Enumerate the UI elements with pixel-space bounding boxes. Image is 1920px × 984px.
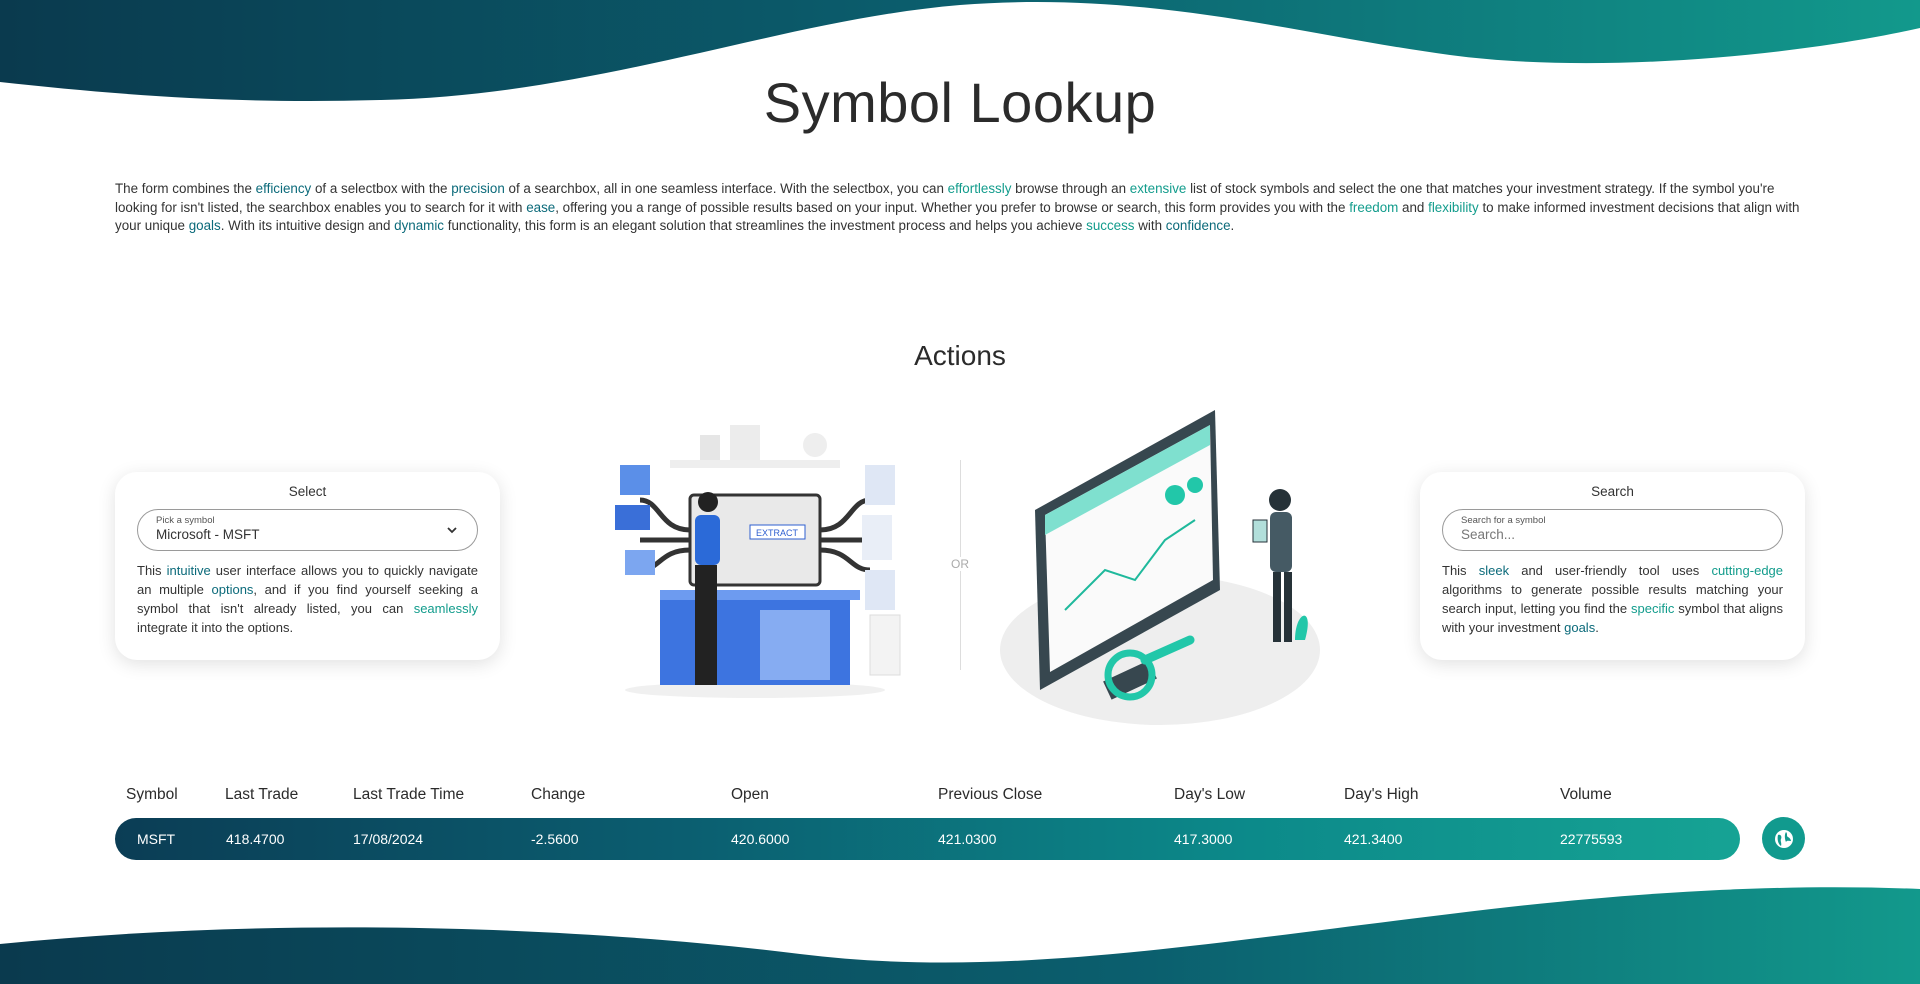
- cell-last-trade-time: 17/08/2024: [353, 831, 424, 847]
- highlighted-word: precision: [451, 181, 505, 196]
- text-segment: .: [1230, 218, 1235, 233]
- text-segment: browse through an: [1011, 181, 1130, 196]
- extract-label: EXTRACT: [756, 528, 799, 538]
- globe-icon: [1774, 829, 1793, 848]
- highlighted-word: specific: [1631, 601, 1675, 616]
- cell-symbol: MSFT: [137, 831, 176, 847]
- search-card-title: Search: [1591, 484, 1634, 499]
- text-segment: The form combines the: [115, 181, 256, 196]
- select-card: Select Pick a symbol Microsoft - MSFT Th…: [115, 472, 500, 660]
- header-days-high: Day's High: [1344, 786, 1419, 803]
- analytics-illustration: [1000, 410, 1320, 725]
- or-label: OR: [945, 557, 975, 571]
- highlighted-word: confidence: [1165, 218, 1231, 233]
- text-segment: functionality, this form is an elegant s…: [444, 218, 1087, 233]
- header-days-low: Day's Low: [1174, 786, 1246, 803]
- highlighted-word: extensive: [1129, 181, 1187, 196]
- highlighted-word: success: [1086, 218, 1135, 233]
- header-previous-close: Previous Close: [938, 786, 1043, 803]
- text-segment: integrate it into the options.: [137, 620, 294, 635]
- text-segment: , offering you a range of possible resul…: [555, 199, 1350, 215]
- cell-change: -2.5600: [531, 831, 579, 847]
- actions-heading: Actions: [914, 340, 1006, 371]
- cell-open: 420.6000: [731, 831, 790, 847]
- text-segment: of a selectbox with the: [311, 181, 452, 196]
- text-segment: .: [1595, 620, 1599, 635]
- cell-days-low: 417.3000: [1174, 831, 1233, 847]
- text-segment: and: [1398, 199, 1429, 215]
- symbol-select[interactable]: Pick a symbol Microsoft - MSFT: [137, 509, 478, 551]
- text-segment: . With its intuitive design and: [220, 218, 395, 233]
- select-card-description: This intuitive user interface allows you…: [137, 561, 478, 637]
- highlighted-word: effortlessly: [947, 181, 1012, 196]
- highlighted-word: options: [211, 582, 254, 597]
- intro-paragraph: The form combines the efficiency of a se…: [115, 180, 1805, 236]
- highlighted-word: sleek: [1478, 563, 1510, 578]
- symbol-select-value: Microsoft - MSFT: [156, 527, 260, 542]
- symbol-search-input[interactable]: Search for a symbol Search...: [1442, 509, 1783, 551]
- highlighted-word: freedom: [1349, 199, 1399, 215]
- header-symbol: Symbol: [126, 786, 178, 803]
- page-title: Symbol Lookup: [763, 71, 1157, 134]
- text-segment: This: [137, 563, 167, 578]
- header-change: Change: [531, 786, 586, 803]
- footer-wave: [0, 887, 1920, 984]
- symbol-search-label: Search for a symbol: [1461, 515, 1546, 526]
- globe-button[interactable]: [1762, 817, 1805, 860]
- highlighted-word: intuitive: [166, 563, 211, 578]
- symbol-search-placeholder: Search...: [1461, 527, 1516, 542]
- symbol-select-label: Pick a symbol: [156, 515, 215, 526]
- text-segment: This: [1442, 563, 1479, 578]
- header-volume: Volume: [1560, 786, 1612, 803]
- chevron-down-icon: [447, 527, 457, 534]
- table-row: MSFT 418.4700 17/08/2024 -2.5600 420.600…: [115, 818, 1740, 860]
- cell-volume: 22775593: [1560, 831, 1623, 847]
- highlighted-word: goals: [188, 218, 221, 233]
- text-segment: of a searchbox, all in one seamless inte…: [504, 181, 948, 196]
- highlighted-word: flexibility: [1428, 199, 1479, 215]
- highlighted-word: dynamic: [394, 218, 445, 233]
- text-segment: and user-friendly tool uses: [1509, 563, 1712, 578]
- highlighted-word: goals: [1564, 620, 1596, 635]
- search-card-description: This sleek and user-friendly tool uses c…: [1442, 561, 1783, 637]
- highlighted-word: seamlessly: [413, 601, 478, 616]
- cell-days-high: 421.3400: [1344, 831, 1403, 847]
- header-last-trade-time: Last Trade Time: [353, 786, 465, 803]
- search-card: Search Search for a symbol Search... Thi…: [1420, 472, 1805, 660]
- cell-previous-close: 421.0300: [938, 831, 997, 847]
- cell-last-trade: 418.4700: [226, 831, 285, 847]
- select-card-title: Select: [288, 484, 327, 499]
- extract-illustration: EXTRACT: [615, 425, 901, 698]
- highlighted-word: efficiency: [255, 181, 312, 196]
- header-last-trade: Last Trade: [225, 786, 299, 803]
- highlighted-word: cutting-edge: [1711, 563, 1784, 578]
- header-open: Open: [731, 786, 769, 803]
- highlighted-word: ease: [526, 199, 556, 215]
- text-segment: with: [1134, 218, 1166, 233]
